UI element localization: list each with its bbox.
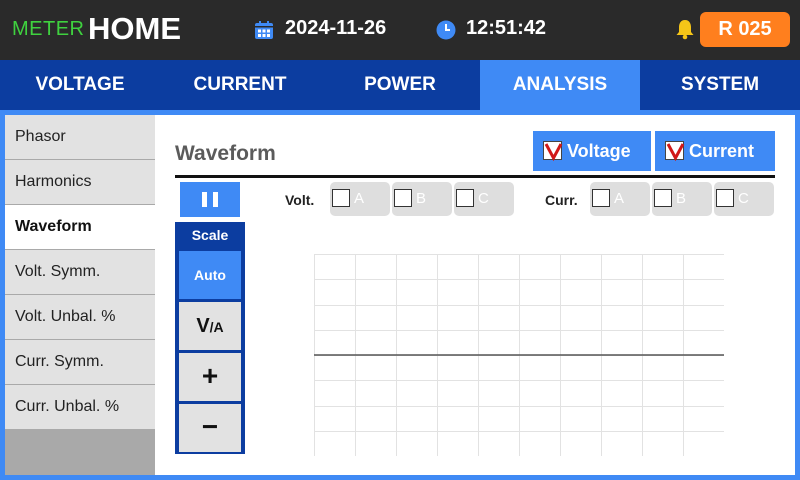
current-legend-toggle[interactable]: Current [655, 131, 775, 171]
current-legend-label: Current [689, 141, 755, 161]
scale-title: Scale [191, 227, 229, 243]
scale-volt-amp-button[interactable]: V/A [179, 302, 241, 350]
clock-icon [436, 20, 456, 40]
voltage-legend-toggle[interactable]: Voltage [533, 131, 651, 171]
brand-meter-label: METER [12, 18, 85, 40]
curr-phase-c-label: C [738, 190, 749, 207]
voltage-legend-label: Voltage [567, 141, 631, 161]
volt-phase-b-checkbox[interactable] [394, 189, 412, 207]
check-icon [666, 143, 685, 161]
bell-icon[interactable] [674, 18, 696, 40]
sidebar-item-harmonics[interactable]: Harmonics [5, 160, 155, 204]
scale-va-main: V [196, 315, 210, 337]
record-counter-button[interactable]: R 025 [700, 12, 790, 47]
volt-phase-a-toggle[interactable]: A [330, 182, 390, 216]
curr-phase-a-label: A [614, 190, 625, 207]
brand-home-title: HOME [88, 11, 181, 46]
volt-phase-label: Volt. [285, 192, 315, 208]
curr-phase-b-toggle[interactable]: B [652, 182, 712, 216]
main-tab-bar: VOLTAGE CURRENT POWER ANALYSIS SYSTEM [0, 60, 800, 110]
sidebar-item-waveform[interactable]: Waveform [5, 205, 155, 249]
volt-phase-a-checkbox[interactable] [332, 189, 350, 207]
sidebar-item-phasor[interactable]: Phasor [5, 115, 155, 159]
waveform-panel: Waveform Voltage Current Volt. A B C Cur… [155, 115, 795, 475]
date-display: 2024-11-26 [285, 17, 387, 39]
analysis-sidebar: Phasor Harmonics Waveform Volt. Symm. Vo… [5, 115, 155, 475]
sidebar-item-volt-symm[interactable]: Volt. Symm. [5, 250, 155, 294]
scale-panel: Scale Auto V/A + − [175, 222, 245, 454]
volt-phase-c-checkbox[interactable] [456, 189, 474, 207]
pause-button[interactable] [180, 182, 240, 217]
tab-voltage[interactable]: VOLTAGE [0, 60, 160, 110]
scale-zoom-out-button[interactable]: − [179, 404, 241, 452]
pause-icon [202, 192, 207, 207]
scale-zoom-in-button[interactable]: + [179, 353, 241, 401]
curr-phase-c-toggle[interactable]: C [714, 182, 774, 216]
waveform-plot [314, 254, 724, 456]
volt-phase-c-toggle[interactable]: C [454, 182, 514, 216]
check-icon [544, 143, 563, 161]
volt-phase-c-label: C [478, 190, 489, 207]
tab-analysis[interactable]: ANALYSIS [480, 60, 640, 110]
curr-phase-label: Curr. [545, 192, 578, 208]
scale-va-sub: /A [209, 319, 224, 335]
tab-system[interactable]: SYSTEM [640, 60, 800, 110]
title-divider [175, 175, 775, 178]
calendar-icon [255, 21, 273, 39]
sidebar-item-curr-symm[interactable]: Curr. Symm. [5, 340, 155, 384]
sidebar-item-volt-unbal[interactable]: Volt. Unbal. % [5, 295, 155, 339]
curr-phase-b-label: B [676, 190, 687, 207]
curr-phase-a-toggle[interactable]: A [590, 182, 650, 216]
volt-phase-a-label: A [354, 190, 365, 207]
time-display: 12:51:42 [466, 17, 547, 39]
page-title: Waveform [175, 142, 276, 165]
scale-auto-button[interactable]: Auto [179, 251, 241, 299]
curr-phase-b-checkbox[interactable] [654, 189, 672, 207]
tab-power[interactable]: POWER [320, 60, 480, 110]
sidebar-item-curr-unbal[interactable]: Curr. Unbal. % [5, 385, 155, 429]
tab-current[interactable]: CURRENT [160, 60, 320, 110]
top-bar: METER HOME 2024-11-26 12:51:42 R 025 [0, 0, 800, 60]
volt-phase-b-toggle[interactable]: B [392, 182, 452, 216]
volt-phase-b-label: B [416, 190, 427, 207]
current-checkbox[interactable] [665, 141, 685, 161]
voltage-checkbox[interactable] [543, 141, 563, 161]
curr-phase-a-checkbox[interactable] [592, 189, 610, 207]
curr-phase-c-checkbox[interactable] [716, 189, 734, 207]
